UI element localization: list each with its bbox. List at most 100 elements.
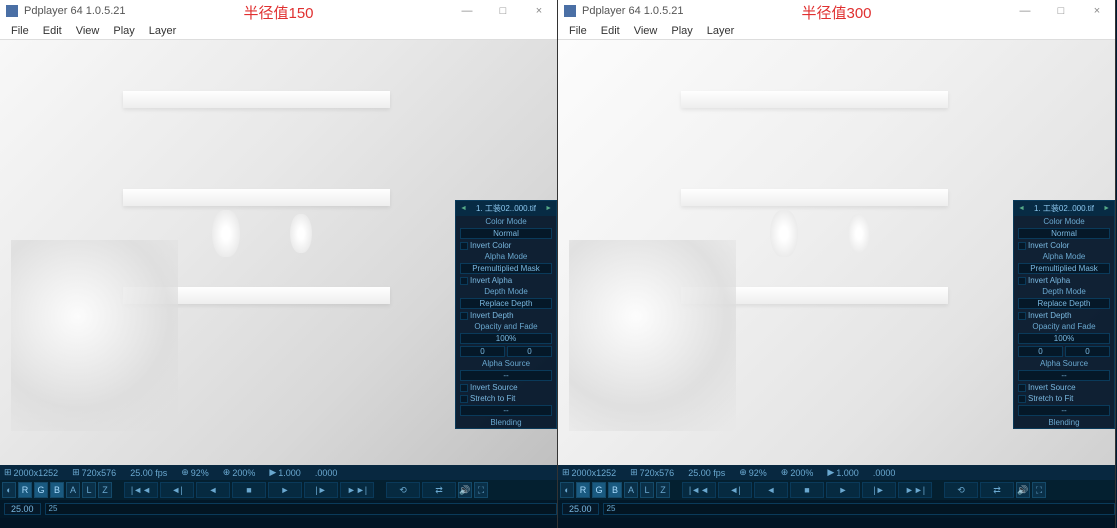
channel-l[interactable]: L xyxy=(82,482,96,498)
maximize-button[interactable]: □ xyxy=(485,0,521,22)
channel-l[interactable]: L xyxy=(640,482,654,498)
menu-file[interactable]: File xyxy=(4,25,36,37)
scale-display[interactable]: ⊕ 200% xyxy=(781,467,814,478)
zoom-display[interactable]: ⊕ 92% xyxy=(181,467,209,478)
chevron-right-icon[interactable]: ► xyxy=(545,205,552,212)
speaker-icon[interactable]: 🔊 xyxy=(1016,482,1030,498)
play-button[interactable]: ► xyxy=(268,482,302,498)
loop-button[interactable]: ⟲ xyxy=(386,482,420,498)
menu-play[interactable]: Play xyxy=(106,25,141,37)
channel-b[interactable]: B xyxy=(50,482,64,498)
channel-r[interactable]: R xyxy=(576,482,590,498)
fade-out-input[interactable]: 0 xyxy=(507,346,552,357)
channel-a[interactable]: A xyxy=(624,482,638,498)
step-fwd-button[interactable]: |► xyxy=(304,482,338,498)
fade-out-input[interactable]: 0 xyxy=(1065,346,1110,357)
chevron-left-icon[interactable]: ◄ xyxy=(1018,205,1025,212)
maximize-button[interactable]: □ xyxy=(1043,0,1079,22)
play-reverse-button[interactable]: ◄ xyxy=(754,482,788,498)
menu-edit[interactable]: Edit xyxy=(36,25,69,37)
pingpong-button[interactable]: ⇄ xyxy=(422,482,456,498)
chevron-right-icon[interactable]: ► xyxy=(1103,205,1110,212)
step-fwd-button[interactable]: |► xyxy=(862,482,896,498)
opacity-input[interactable]: 100% xyxy=(460,333,552,344)
minimize-button[interactable]: — xyxy=(449,0,485,22)
close-button[interactable]: × xyxy=(521,0,557,22)
channel-r[interactable]: R xyxy=(18,482,32,498)
invert-source-checkbox[interactable] xyxy=(1018,384,1026,392)
stretch-to-fit-checkbox[interactable] xyxy=(460,395,468,403)
invert-color-checkbox[interactable] xyxy=(1018,242,1026,250)
channel-b[interactable]: B xyxy=(608,482,622,498)
alpha-source-select[interactable]: -- xyxy=(460,370,552,381)
step-back-button[interactable]: ◄| xyxy=(718,482,752,498)
goto-start-button[interactable]: |◄◄ xyxy=(124,482,158,498)
titlebar[interactable]: Pdplayer 64 1.0.5.21 — □ × xyxy=(0,0,557,22)
fullscreen-icon[interactable]: ⛶ xyxy=(474,482,488,498)
timeline[interactable]: 25.00 25 xyxy=(0,500,557,518)
invert-color-checkbox[interactable] xyxy=(460,242,468,250)
loop-button[interactable]: ⟲ xyxy=(944,482,978,498)
depth-mode-select[interactable]: Replace Depth xyxy=(1018,298,1110,309)
close-button[interactable]: × xyxy=(1079,0,1115,22)
titlebar[interactable]: Pdplayer 64 1.0.5.21 — □ × xyxy=(558,0,1115,22)
speaker-icon[interactable]: 🔊 xyxy=(458,482,472,498)
alpha-mode-select[interactable]: Premultiplied Mask xyxy=(460,263,552,274)
menu-play[interactable]: Play xyxy=(664,25,699,37)
alpha-mode-select[interactable]: Premultiplied Mask xyxy=(1018,263,1110,274)
level-display[interactable]: ▶ 1.000 xyxy=(827,467,858,478)
pingpong-button[interactable]: ⇄ xyxy=(980,482,1014,498)
stretch-to-fit-checkbox[interactable] xyxy=(1018,395,1026,403)
channel-z[interactable]: Z xyxy=(98,482,112,498)
channel-z[interactable]: Z xyxy=(656,482,670,498)
channel-g[interactable]: G xyxy=(592,482,606,498)
invert-depth-checkbox[interactable] xyxy=(1018,312,1026,320)
timeline[interactable]: 25.00 25 xyxy=(558,500,1115,518)
menu-layer[interactable]: Layer xyxy=(142,25,184,37)
viewport[interactable]: ◄1. 工装02..000.tif► Color Mode Normal Inv… xyxy=(0,40,557,465)
depth-mode-select[interactable]: Replace Depth xyxy=(460,298,552,309)
layer-properties-panel[interactable]: ◄1. 工装02..000.tif► Color Mode Normal Inv… xyxy=(455,200,557,429)
goto-end-button[interactable]: ►►| xyxy=(340,482,374,498)
stop-button[interactable]: ■ xyxy=(232,482,266,498)
menu-layer[interactable]: Layer xyxy=(700,25,742,37)
play-reverse-button[interactable]: ◄ xyxy=(196,482,230,498)
menu-view[interactable]: View xyxy=(69,25,107,37)
menu-edit[interactable]: Edit xyxy=(594,25,627,37)
opacity-input[interactable]: 100% xyxy=(1018,333,1110,344)
level-display[interactable]: ▶ 1.000 xyxy=(269,467,300,478)
invert-alpha-checkbox[interactable] xyxy=(1018,277,1026,285)
color-mode-select[interactable]: Normal xyxy=(460,228,552,239)
invert-alpha-checkbox[interactable] xyxy=(460,277,468,285)
layer-properties-panel[interactable]: ◄1. 工装02..000.tif► Color Mode Normal Inv… xyxy=(1013,200,1115,429)
invert-source-checkbox[interactable] xyxy=(460,384,468,392)
color-mode-select[interactable]: Normal xyxy=(1018,228,1110,239)
alpha-source-value2[interactable]: -- xyxy=(1018,405,1110,416)
zoom-display[interactable]: ⊕ 92% xyxy=(739,467,767,478)
alpha-source-value2[interactable]: -- xyxy=(460,405,552,416)
fullscreen-icon[interactable]: ⛶ xyxy=(1032,482,1046,498)
scale-display[interactable]: ⊕ 200% xyxy=(223,467,256,478)
goto-start-button[interactable]: |◄◄ xyxy=(682,482,716,498)
timeline-track[interactable]: 25 xyxy=(603,503,1115,515)
step-back-button[interactable]: ◄| xyxy=(160,482,194,498)
menu-file[interactable]: File xyxy=(562,25,594,37)
chevron-left-icon[interactable]: ◄ xyxy=(460,205,467,212)
fade-in-input[interactable]: 0 xyxy=(460,346,505,357)
channel-toggle[interactable]: ◐ xyxy=(560,482,574,498)
alpha-source-select[interactable]: -- xyxy=(1018,370,1110,381)
channel-g[interactable]: G xyxy=(34,482,48,498)
timeline-start-input[interactable]: 25.00 xyxy=(4,503,41,515)
play-button[interactable]: ► xyxy=(826,482,860,498)
menu-view[interactable]: View xyxy=(627,25,665,37)
fade-in-input[interactable]: 0 xyxy=(1018,346,1063,357)
panel-header[interactable]: ◄1. 工装02..000.tif► xyxy=(1014,201,1114,216)
viewport[interactable]: ◄1. 工装02..000.tif► Color Mode Normal Inv… xyxy=(558,40,1115,465)
timeline-track[interactable]: 25 xyxy=(45,503,557,515)
goto-end-button[interactable]: ►►| xyxy=(898,482,932,498)
stop-button[interactable]: ■ xyxy=(790,482,824,498)
minimize-button[interactable]: — xyxy=(1007,0,1043,22)
invert-depth-checkbox[interactable] xyxy=(460,312,468,320)
channel-a[interactable]: A xyxy=(66,482,80,498)
channel-toggle[interactable]: ◐ xyxy=(2,482,16,498)
